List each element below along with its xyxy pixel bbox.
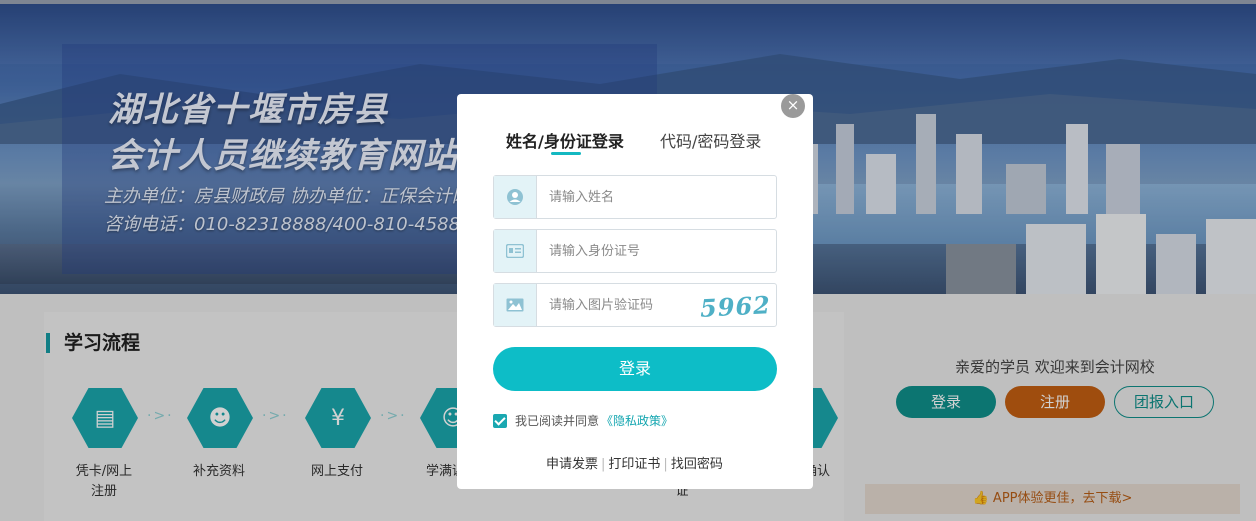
tab-name-id-login[interactable]: 姓名/身份证登录 [506, 128, 624, 152]
print-certificate-link[interactable]: 打印证书 [608, 457, 660, 472]
privacy-policy-link[interactable]: 《隐私政策》 [601, 412, 673, 429]
active-tab-indicator [551, 152, 581, 155]
user-icon [494, 176, 537, 218]
modal-footer-links: 申请发票 | 打印证书 | 找回密码 [546, 453, 723, 472]
apply-invoice-link[interactable]: 申请发票 [546, 457, 598, 472]
retrieve-password-link[interactable]: 找回密码 [671, 457, 723, 472]
captcha-image[interactable]: 5962 [699, 290, 771, 323]
captcha-field: 5962 [493, 283, 777, 327]
privacy-agreement: 我已阅读并同意 《隐私政策》 [493, 412, 673, 429]
link-divider: | [663, 457, 668, 472]
id-number-field [493, 229, 777, 273]
agree-text: 我已阅读并同意 [515, 414, 600, 428]
close-icon[interactable]: × [781, 94, 805, 118]
login-button[interactable]: 登录 [493, 347, 777, 391]
image-icon [494, 284, 537, 326]
captcha-input[interactable] [549, 295, 689, 315]
tab-code-password-login[interactable]: 代码/密码登录 [660, 128, 761, 152]
id-number-input[interactable] [549, 241, 689, 261]
link-divider: | [601, 457, 606, 472]
name-input[interactable] [549, 187, 689, 207]
name-field [493, 175, 777, 219]
id-card-icon [494, 230, 537, 272]
agree-checkbox[interactable] [493, 413, 507, 428]
